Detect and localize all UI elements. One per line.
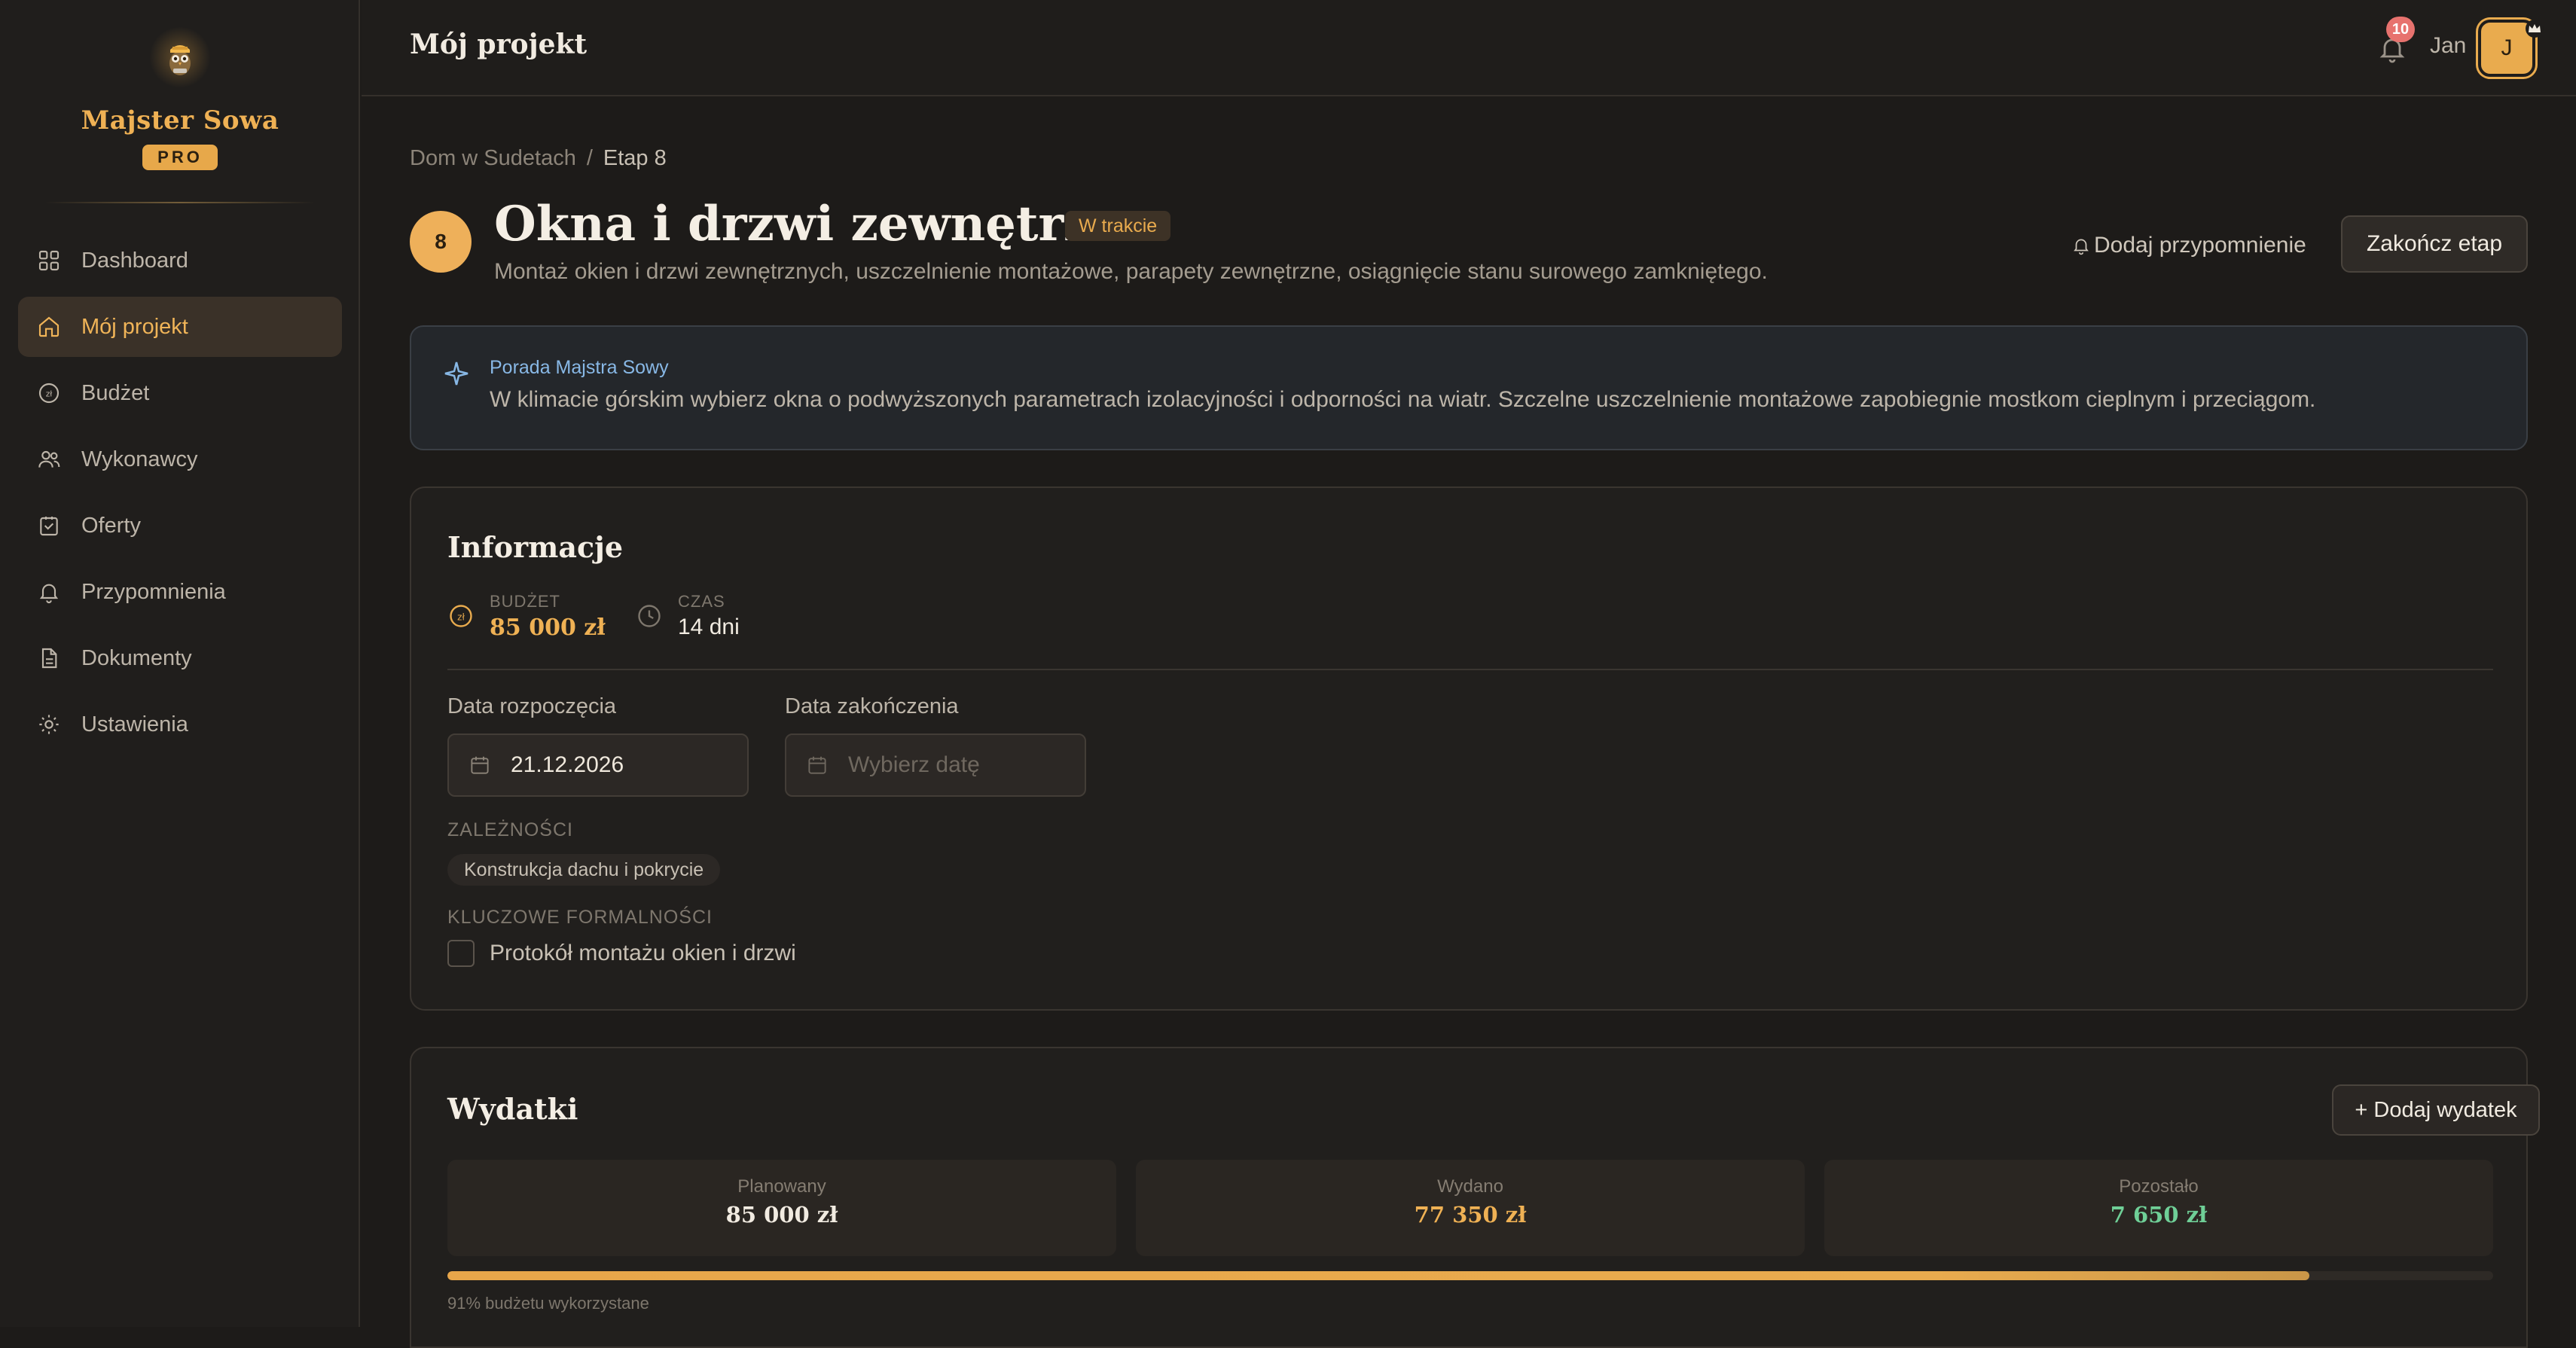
sidebar-item-label: Oferty [81,513,141,538]
sidebar-divider [45,202,315,203]
bell-icon [36,579,62,605]
sidebar: Majster Sowa PRO Dashboard Mój projekt z… [0,0,360,1327]
sidebar-item-documents[interactable]: Dokumenty [18,628,342,688]
advice-title: Porada Majstra Sowy [490,357,669,378]
sidebar-item-label: Dokumenty [81,645,192,670]
bell-plus-icon [2074,239,2089,255]
sidebar-item-settings[interactable]: Ustawienia [18,694,342,755]
expenses-card-title: Wydatki [447,1092,578,1126]
clock-icon [638,605,661,627]
add-reminder-button[interactable]: Dodaj przypomnienie [2071,223,2306,268]
grid-icon [36,248,62,273]
budget-label: BUDŻET [490,592,560,611]
stage-description: Montaż okien i drzwi zewnętrznych, uszcz… [494,259,1768,284]
svg-text:zł: zł [457,611,465,622]
brand-logo[interactable]: Majster Sowa PRO [0,27,360,170]
planned-value: 85 000 zł [725,1202,838,1228]
sidebar-item-my-project[interactable]: Mój projekt [18,297,342,357]
sun-icon [36,712,62,737]
remaining-summary: Pozostało 7 650 zł [1824,1160,2493,1256]
time-stat: CZAS 14 dni [636,592,740,640]
advice-text: W klimacie górskim wybierz okna o podwyż… [490,387,2316,412]
spent-value: 77 350 zł [1414,1202,1527,1228]
sidebar-item-reminders[interactable]: Przypomnienia [18,562,342,622]
owl-mascot-icon [150,27,210,87]
sidebar-item-label: Wykonawcy [81,447,198,471]
advice-box: Porada Majstra Sowy W klimacie górskim w… [410,325,2528,450]
start-date-label: Data rozpoczęcia [447,694,617,718]
breadcrumb-separator: / [586,146,593,170]
remaining-label: Pozostało [2119,1176,2199,1197]
sidebar-nav: Dashboard Mój projekt zł Budżet Wykonawc… [18,230,342,761]
budget-value: 85 000 zł [490,615,606,641]
breadcrumb: Dom w Sudetach / Etap 8 [410,146,667,171]
document-icon [36,645,62,671]
time-value: 14 dni [678,615,740,639]
users-icon [36,447,62,472]
expenses-card: Wydatki + Dodaj wydatek Planowany 85 000… [410,1047,2540,1348]
budget-usage-caption: 91% budżetu wykorzystane [447,1294,649,1313]
calendar-icon [808,756,826,774]
clipboard-icon [36,513,62,538]
sidebar-item-offers[interactable]: Oferty [18,496,342,556]
stage-number-badge: 8 [410,211,472,273]
spent-label: Wydano [1437,1176,1503,1197]
sidebar-item-label: Mój projekt [81,314,188,339]
page-title: Mój projekt [410,29,588,60]
start-date-value: 21.12.2026 [511,752,624,777]
zloty-coin-icon: zł [36,380,62,406]
calendar-icon [471,756,489,774]
sidebar-item-budget[interactable]: zł Budżet [18,363,342,423]
main-content: Dom w Sudetach / Etap 8 8 Okna i drzwi zew… [362,98,2576,1348]
dependencies-label: ZALEŻNOŚCI [447,819,573,840]
info-card-title: Informacje [447,530,624,564]
formality-label: Protokół montażu okien i drzwi [490,941,796,965]
zloty-coin-icon: zł [450,605,472,627]
sidebar-item-dashboard[interactable]: Dashboard [18,230,342,291]
end-date-input[interactable]: Wybierz datę [785,733,1086,797]
start-date-input[interactable]: 21.12.2026 [447,733,749,797]
info-card: Informacje zł BUDŻET 85 000 zł CZAS 14 d… [410,486,2528,1011]
end-date-placeholder: Wybierz datę [848,752,980,777]
info-divider [447,669,2493,670]
svg-text:zł: zł [46,389,53,399]
sidebar-item-label: Przypomnienia [81,579,226,604]
sidebar-item-label: Ustawienia [81,712,188,737]
finish-stage-button[interactable]: Zakończ etap [2341,215,2528,273]
user-name: Jan [2430,33,2467,58]
notification-count-badge: 10 [2386,17,2415,42]
top-bar: Mój projekt 10 Jan J [362,0,2576,96]
planned-summary: Planowany 85 000 zł [447,1160,1116,1256]
formality-item[interactable]: Protokół montażu okien i drzwi [447,940,796,967]
breadcrumb-current: Etap 8 [603,146,667,170]
home-icon [36,314,62,340]
stage-title: Okna i drzwi zewnętrzne [494,196,1157,252]
crown-icon [2526,20,2544,38]
sidebar-item-label: Budżet [81,380,150,405]
add-expense-button[interactable]: + Dodaj wydatek [2332,1084,2540,1136]
formality-checkbox[interactable] [447,940,475,967]
remaining-value: 7 650 zł [2110,1202,2208,1228]
end-date-label: Data zakończenia [785,694,959,718]
dependency-chip[interactable]: Konstrukcja dachu i pokrycie [447,854,721,886]
add-reminder-label: Dodaj przypomnienie [2094,233,2306,258]
brand-name: Majster Sowa [81,105,279,136]
breadcrumb-project-link[interactable]: Dom w Sudetach [410,146,576,170]
status-badge: W trakcie [1065,211,1171,241]
sidebar-item-contractors[interactable]: Wykonawcy [18,429,342,489]
pro-badge: PRO [142,145,218,170]
formalities-label: KLUCZOWE FORMALNOŚCI [447,907,713,928]
sparkle-icon [444,361,469,386]
time-label: CZAS [678,592,725,611]
budget-stat: zł BUDŻET 85 000 zł [447,592,606,641]
budget-progress-fill [447,1271,2309,1280]
planned-label: Planowany [737,1176,826,1197]
sidebar-item-label: Dashboard [81,248,188,273]
spent-summary: Wydano 77 350 zł [1136,1160,1805,1256]
budget-progress-bar [447,1271,2493,1280]
